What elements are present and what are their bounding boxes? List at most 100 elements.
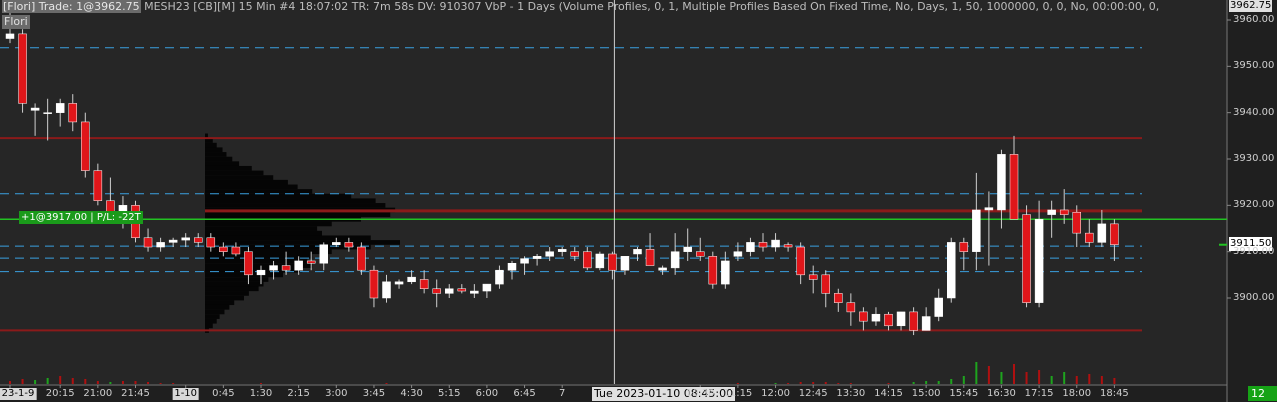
- candle-body: [821, 274, 830, 294]
- candle-body: [633, 249, 642, 255]
- candle-body: [156, 242, 165, 248]
- volume-profile-bar: [205, 165, 252, 171]
- candle-body: [859, 311, 868, 322]
- volume-bar: [71, 378, 74, 384]
- trading-chart-window[interactable]: [Flori] Trade: 1@3962.75 MESH23 [CB][M] …: [0, 0, 1277, 402]
- volume-profile-bar: [205, 277, 269, 282]
- time-tick-label: 3:45: [362, 388, 386, 399]
- candle-body: [696, 251, 705, 257]
- candle-body: [332, 242, 341, 245]
- volume-bar: [987, 366, 990, 384]
- volume-profile-bar: [205, 198, 376, 204]
- volume-bar: [34, 380, 37, 384]
- bar-count-badge[interactable]: 12 L: [1248, 386, 1277, 401]
- candle-body: [407, 276, 416, 283]
- candle-body: [1022, 214, 1031, 303]
- volume-profile-bar: [205, 230, 322, 236]
- volume-bar: [912, 382, 915, 384]
- volume-profile-bar: [205, 258, 308, 264]
- price-tick-label: 3930.00: [1233, 153, 1275, 164]
- price-tick-label: 3920.00: [1233, 199, 1275, 211]
- volume-bar: [975, 362, 978, 384]
- study-parameters-text: (Volume Profiles, 0, 1, Multiple Profile…: [558, 0, 1160, 13]
- position-pl-label[interactable]: +1@3917.00 | P/L: -22T: [19, 211, 143, 224]
- candle-body: [306, 260, 316, 264]
- candle-body: [419, 279, 429, 289]
- candle-body: [595, 253, 605, 269]
- volume-bar: [9, 381, 11, 384]
- candle-body: [495, 269, 504, 285]
- volume-bar: [925, 381, 928, 384]
- volume-profile-bar: [205, 291, 249, 296]
- candle-body: [984, 207, 994, 211]
- time-tick-label: 12:00: [761, 388, 790, 399]
- price-tick-label: 3950.00: [1233, 60, 1275, 72]
- candle-body: [771, 239, 780, 248]
- volume-profile-bar: [205, 189, 313, 194]
- candle-body: [1085, 232, 1094, 243]
- price-tick-label: 3900.00: [1233, 292, 1275, 303]
- volume-profile-bar: [205, 156, 233, 162]
- volume-bar: [385, 383, 388, 384]
- volume-bar: [837, 383, 840, 384]
- candle-body: [1072, 212, 1081, 234]
- volume-bar: [159, 383, 162, 384]
- volume-profile-bar: [205, 203, 386, 208]
- candle-body: [1097, 223, 1107, 243]
- time-tick-label: 11:15: [723, 388, 753, 399]
- time-tick-label: 13:30: [836, 388, 866, 399]
- candle-body: [5, 33, 15, 39]
- time-tick-label: 3:00: [325, 388, 348, 399]
- volume-bar: [59, 376, 62, 384]
- volume-bar: [774, 383, 777, 384]
- candle-body: [482, 283, 492, 292]
- candle-body: [683, 246, 692, 252]
- volume-bar: [824, 382, 827, 384]
- volume-profile-bar: [205, 309, 225, 315]
- volume-bar: [147, 382, 150, 384]
- candle-body: [256, 269, 266, 276]
- time-tick-label: 6:45: [513, 388, 536, 399]
- volume-bar: [849, 383, 852, 384]
- time-tick-label: 1:30: [249, 388, 273, 399]
- volume-profile-bar: [205, 272, 283, 278]
- volume-profile-bar: [205, 179, 288, 185]
- candle-body: [896, 311, 906, 327]
- volume-profile-bar: [205, 212, 391, 217]
- candle-body: [181, 237, 190, 241]
- volume-bar: [134, 381, 137, 384]
- volume-bar: [1088, 374, 1091, 384]
- candle-body: [30, 107, 40, 111]
- candle-body: [269, 265, 278, 271]
- time-tick-label: 15:45: [949, 388, 979, 399]
- volume-profile-bar: [205, 193, 352, 199]
- volume-profile-bar: [205, 152, 227, 157]
- volume-bar: [799, 382, 802, 384]
- volume-bar: [172, 383, 175, 384]
- candle-body: [206, 237, 216, 248]
- volume-profile-bar: [205, 300, 235, 306]
- candle-body: [168, 239, 178, 243]
- candle-body: [620, 256, 630, 271]
- time-tick-label: 18:00: [1062, 388, 1092, 399]
- time-tick-label: 1-10: [172, 388, 200, 400]
- volume-bar: [121, 381, 124, 384]
- volume-bar: [21, 379, 24, 384]
- candle-body: [884, 313, 893, 327]
- price-tick-label: 3910.00: [1233, 245, 1275, 257]
- volume-bar: [1050, 376, 1053, 384]
- time-tick-label: 23-1-9: [0, 388, 37, 400]
- volume-profile-bar: [205, 142, 217, 148]
- candle-body: [143, 237, 153, 248]
- candle-body: [319, 244, 328, 264]
- time-tick-label: 18:45: [1099, 388, 1129, 399]
- candle-body: [1009, 154, 1019, 220]
- candle-body: [670, 251, 680, 269]
- candle-body: [645, 249, 655, 266]
- candle-body: [244, 251, 253, 276]
- candle-body: [369, 269, 379, 299]
- candle-body: [934, 297, 943, 317]
- price-chart[interactable]: [0, 0, 1277, 402]
- candle-body: [583, 251, 592, 269]
- volume-bar: [1013, 364, 1015, 384]
